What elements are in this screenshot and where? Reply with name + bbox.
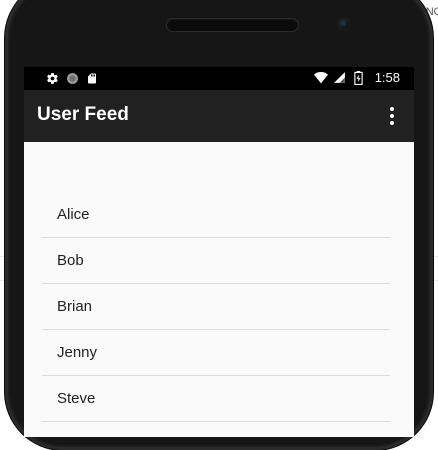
user-feed-content: Alice Bob Brian Jenny Steve [24,142,414,437]
overflow-dot [390,121,394,125]
sd-card-icon [85,71,99,85]
list-item[interactable]: Jenny [42,330,390,376]
list-item[interactable]: Brian [42,284,390,330]
status-bar-notifications [45,71,99,85]
user-name: Alice [57,206,90,223]
list-item[interactable]: Steve [42,376,390,422]
user-name: Bob [57,252,84,269]
battery-charging-icon [352,70,366,85]
cell-signal-icon [333,71,347,85]
user-list: Alice Bob Brian Jenny Steve [42,192,390,422]
device-screen: 1:58 User Feed Alice Bob Brian Jenny Ste… [24,67,414,437]
user-name: Brian [57,298,93,315]
app-bar: User Feed [24,90,414,142]
circle-icon [65,71,79,85]
earpiece-speaker [166,18,299,32]
more-vert-icon[interactable] [380,102,404,130]
overflow-dot [390,107,394,111]
settings-icon [45,71,59,85]
list-item[interactable]: Bob [42,238,390,284]
status-bar-system: 1:58 [313,70,400,85]
list-item[interactable]: Alice [42,192,390,238]
user-name: Jenny [57,344,98,361]
app-bar-title: User Feed [37,104,129,125]
status-time: 1:58 [374,70,400,85]
front-camera [338,18,350,30]
wifi-icon [313,71,328,85]
overflow-dot [390,114,394,118]
status-bar: 1:58 [24,67,414,90]
user-name: Steve [57,390,96,407]
